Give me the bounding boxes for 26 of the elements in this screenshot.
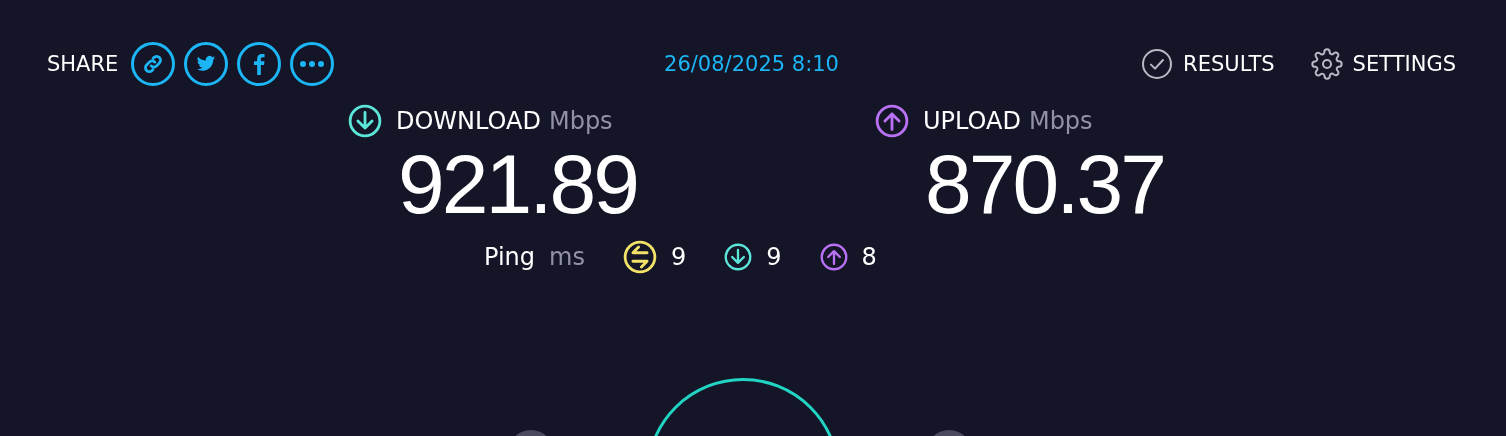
results-button[interactable]: RESULTS — [1141, 48, 1275, 80]
ping-unit: ms — [549, 243, 585, 272]
facebook-share-button[interactable] — [237, 42, 282, 86]
twitter-share-button[interactable] — [184, 42, 229, 86]
settings-button[interactable]: SETTINGS — [1310, 48, 1456, 80]
share-label: SHARE — [47, 52, 119, 76]
speed-value: 870.37 — [925, 138, 1165, 231]
check-circle-icon — [1141, 48, 1174, 80]
ping-exchange-icon — [622, 240, 657, 275]
more-dots-icon — [300, 61, 325, 67]
unit-label: Mbps — [548, 107, 613, 135]
ping-value: 8 — [861, 243, 877, 272]
more-share-button[interactable] — [290, 42, 335, 86]
ping-label: Ping — [484, 243, 536, 272]
ping-value: 9 — [766, 243, 782, 272]
link-icon — [142, 53, 165, 75]
test-timestamp: 26/08/2025 8:10 — [664, 52, 839, 76]
speed-value: 921.89 — [398, 138, 638, 231]
metric-label: DOWNLOAD — [396, 107, 541, 135]
link-share-button[interactable] — [131, 42, 176, 86]
metric-label: UPLOAD — [923, 107, 1021, 135]
unit-label: Mbps — [1028, 107, 1093, 135]
twitter-bird-icon — [195, 54, 218, 74]
ping-value: 9 — [670, 243, 687, 272]
facebook-f-icon — [253, 53, 266, 75]
settings-icon — [1310, 48, 1343, 80]
